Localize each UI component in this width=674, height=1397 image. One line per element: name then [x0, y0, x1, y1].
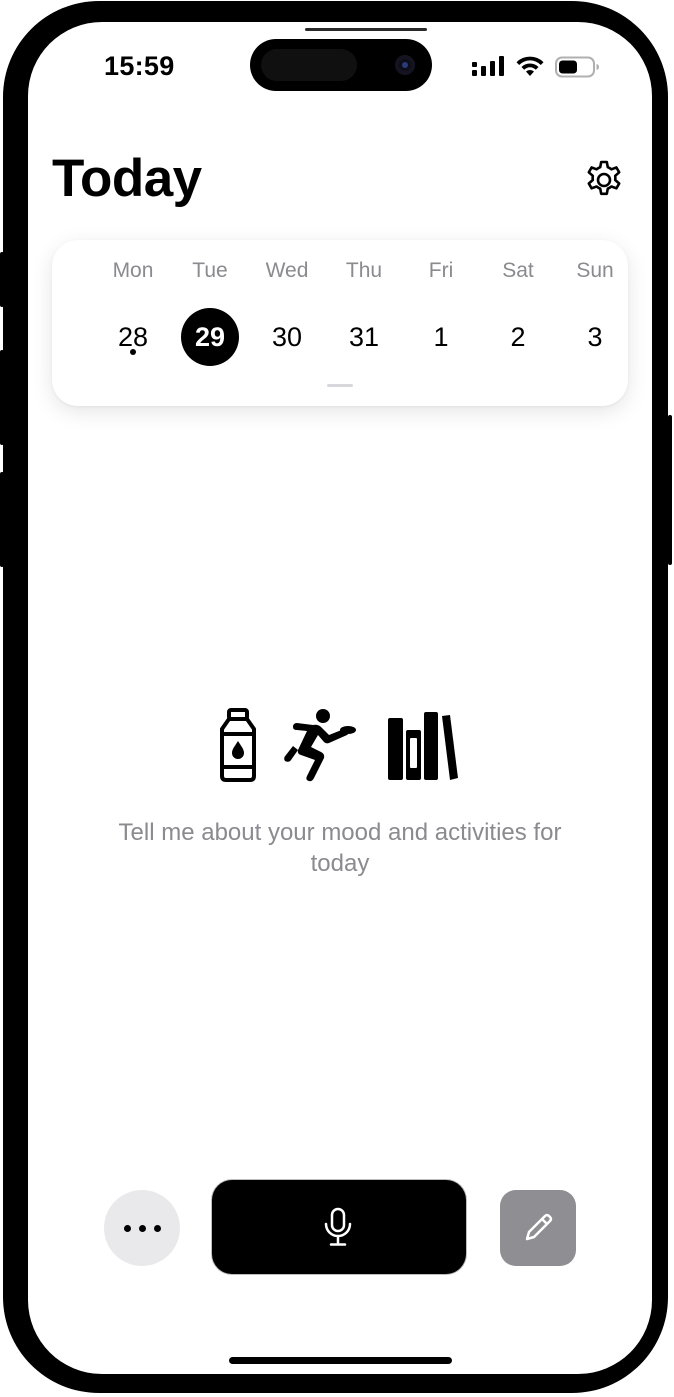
day-number: 2	[510, 322, 526, 352]
day-number: 1	[433, 322, 449, 352]
gear-icon	[587, 160, 621, 196]
front-camera	[395, 55, 415, 75]
day-name: Tue	[192, 259, 228, 282]
status-time: 15:59	[104, 51, 175, 81]
home-indicator[interactable]	[229, 1357, 452, 1364]
earpiece	[305, 28, 427, 31]
power-button	[668, 415, 672, 565]
books-icon	[388, 712, 458, 780]
activity-icons	[216, 708, 476, 782]
day-sun[interactable]: Sun 3	[560, 240, 630, 390]
empty-state-prompt: Tell me about your mood and activities f…	[118, 819, 562, 877]
day-thu[interactable]: Thu 31	[329, 240, 399, 390]
page-title: Today	[52, 149, 202, 208]
runner-icon	[284, 709, 356, 782]
wifi-icon	[516, 56, 544, 76]
day-number: 31	[348, 322, 380, 352]
volume-up-button	[0, 350, 4, 445]
day-tue[interactable]: Tue 29	[175, 240, 245, 390]
day-fri[interactable]: Fri 1	[406, 240, 476, 390]
voice-record-button[interactable]	[212, 1180, 466, 1274]
cellular-signal-icon	[472, 56, 504, 76]
day-wed[interactable]: Wed 30	[252, 240, 322, 390]
day-sat[interactable]: Sat 2	[483, 240, 553, 390]
status-icons	[472, 56, 602, 78]
write-entry-button[interactable]	[500, 1190, 576, 1266]
volume-down-button	[0, 472, 4, 567]
more-options-button[interactable]	[104, 1190, 180, 1266]
entry-indicator-dot	[130, 349, 136, 355]
settings-button[interactable]	[583, 159, 625, 201]
action-button	[0, 252, 4, 307]
app-screen: 15:59 Today Mon 28 Tue 29 Wed 30 Thu 31 …	[28, 22, 652, 1374]
week-calendar: Mon 28 Tue 29 Wed 30 Thu 31 Fri 1 Sat 2 …	[52, 240, 628, 406]
day-mon[interactable]: Mon 28	[98, 240, 168, 390]
day-number: 3	[587, 322, 603, 352]
day-number: 30	[271, 322, 303, 352]
pencil-icon	[525, 1213, 553, 1241]
day-name: Mon	[112, 259, 154, 282]
day-number: 28	[117, 322, 149, 352]
day-name: Sat	[502, 259, 534, 282]
battery-icon	[555, 56, 599, 78]
water-bottle-icon	[220, 708, 256, 782]
day-name: Fri	[428, 259, 454, 282]
island-sensor	[261, 49, 357, 81]
expand-handle[interactable]	[327, 384, 353, 387]
day-name: Sun	[576, 259, 614, 282]
phone-frame: 15:59 Today Mon 28 Tue 29 Wed 30 Thu 31 …	[3, 1, 668, 1393]
day-name: Thu	[345, 259, 383, 282]
dynamic-island	[250, 39, 432, 91]
microphone-icon	[324, 1207, 352, 1246]
day-number-selected: 29	[181, 308, 239, 366]
day-name: Wed	[265, 259, 309, 282]
